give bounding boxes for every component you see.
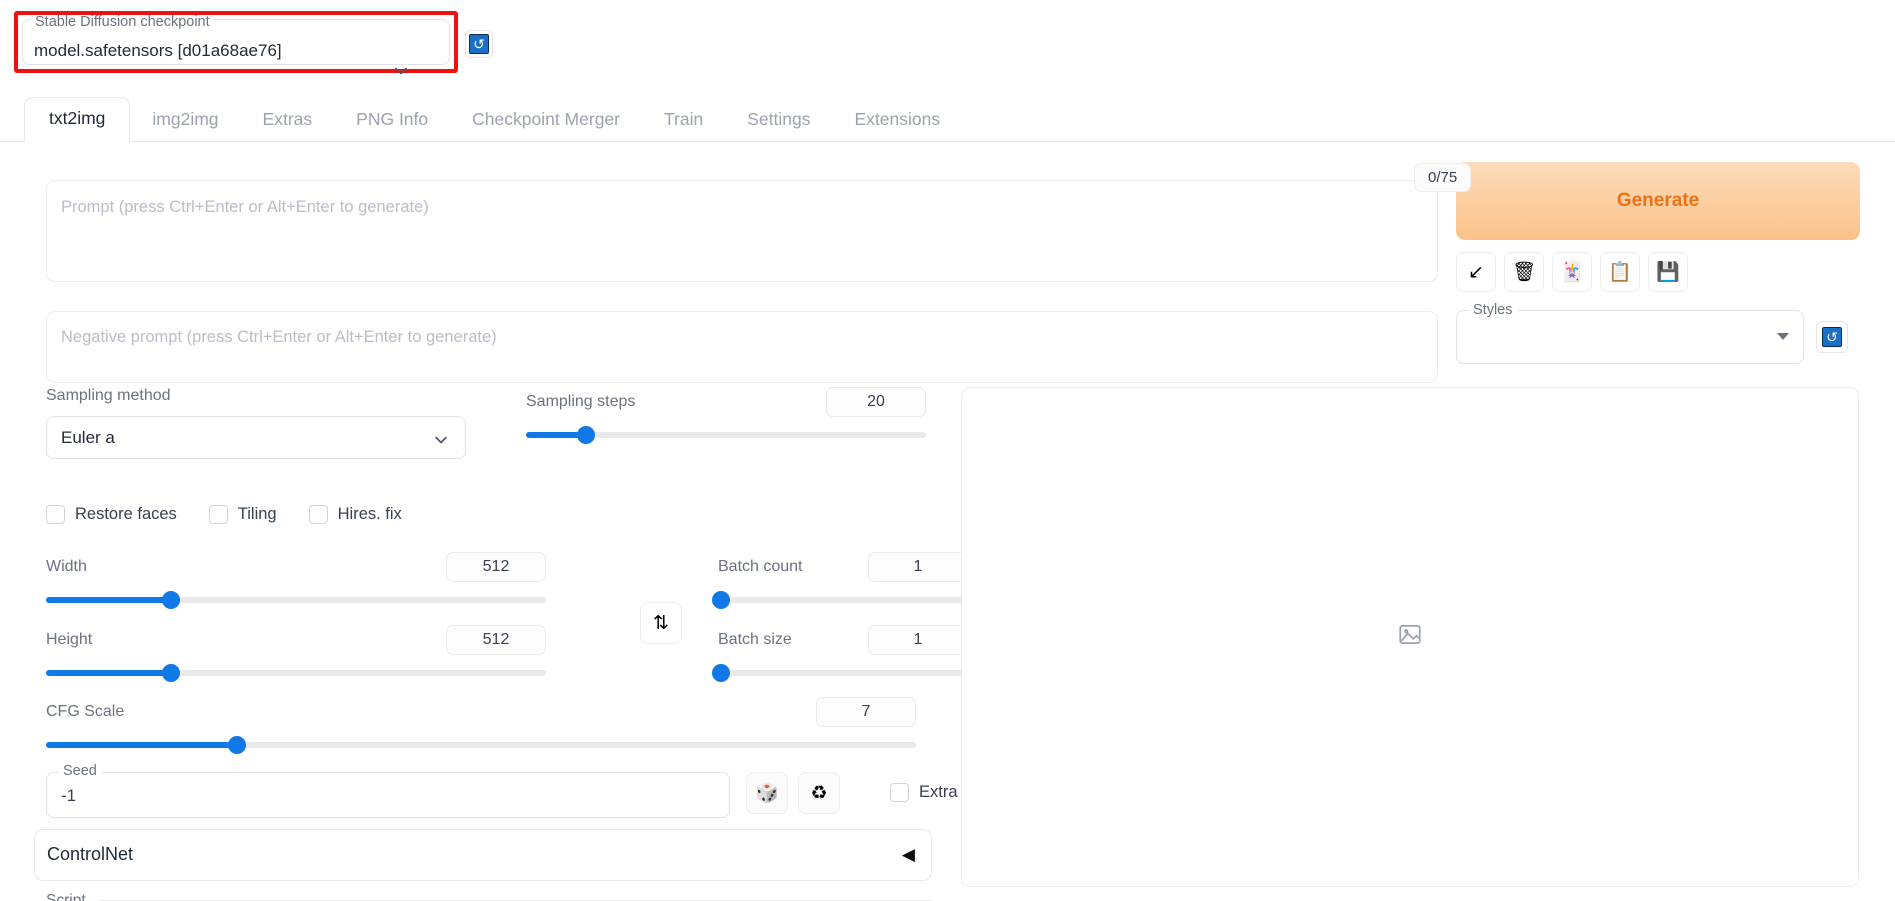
checkbox-label: Tiling [237, 505, 277, 523]
checkbox-box[interactable] [308, 505, 328, 524]
chevron-down-icon [433, 432, 449, 453]
arrow-down-left-icon[interactable]: ↙ [1456, 252, 1496, 292]
trash-icon[interactable]: 🗑 [1504, 252, 1544, 292]
sampling-steps-value[interactable]: 20 [826, 387, 926, 417]
sampling-steps-section: Sampling steps 20 [526, 387, 926, 444]
checkbox-tiling[interactable]: Tiling [208, 505, 277, 524]
random-seed-dice-icon[interactable]: 🎲 [746, 772, 788, 814]
image-placeholder-icon [1397, 622, 1423, 653]
prompt-tools-row: ↙ 🗑 🃏 📋 💾 [1456, 252, 1688, 292]
chevron-down-icon [393, 63, 409, 79]
seed-label: Seed [59, 763, 101, 779]
batch-count-value[interactable]: 1 [868, 552, 968, 582]
prompt-placeholder: Prompt (press Ctrl+Enter or Alt+Enter to… [61, 198, 429, 216]
slider-knob[interactable] [162, 664, 180, 682]
tab-checkpoint-merger[interactable]: Checkpoint Merger [450, 99, 642, 142]
checkpoint-bar: Stable Diffusion checkpoint model.safete… [0, 0, 1895, 84]
sampling-method-dropdown[interactable]: Euler a [46, 416, 466, 459]
slider-fill [46, 597, 171, 603]
checkpoint-value: model.safetensors [d01a68ae76] [34, 41, 282, 60]
styles-refresh-button[interactable]: ↺ [1816, 321, 1848, 353]
red-card-icon[interactable]: 🃏 [1552, 252, 1592, 292]
width-slider[interactable] [46, 591, 546, 609]
cfg-scale-value[interactable]: 7 [816, 697, 916, 727]
slider-knob[interactable] [228, 736, 247, 754]
checkpoint-label: Stable Diffusion checkpoint [32, 15, 213, 29]
txt2img-panel: 0/75 Prompt (press Ctrl+Enter or Alt+Ent… [0, 142, 1895, 901]
slider-knob[interactable] [711, 591, 730, 609]
seed-value: -1 [61, 786, 77, 805]
seed-section: Seed -1 [46, 763, 730, 818]
slider-fill [46, 742, 238, 748]
styles-label: Styles [1469, 302, 1517, 318]
width-value[interactable]: 512 [446, 552, 546, 582]
output-gallery[interactable] [961, 387, 1859, 887]
cfg-scale-section: CFG Scale 7 [46, 697, 916, 754]
sampling-method-section: Sampling method Euler a [46, 387, 466, 459]
batch-size-label: Batch size [718, 631, 792, 648]
checkbox-label: Hires. fix [337, 505, 402, 523]
batch-count-label: Batch count [718, 558, 803, 575]
slider-fill [46, 670, 171, 676]
cfg-scale-label: CFG Scale [46, 703, 125, 720]
height-label: Height [46, 631, 93, 648]
slider-knob[interactable] [711, 664, 730, 682]
controlnet-accordion[interactable]: ControlNet ◀ [34, 829, 932, 881]
tab-settings[interactable]: Settings [725, 99, 832, 142]
tab-img2img[interactable]: img2img [130, 99, 240, 142]
tab-png-info[interactable]: PNG Info [334, 99, 450, 142]
tab-txt2img[interactable]: txt2img [24, 97, 131, 143]
checkbox-hires-fix[interactable]: Hires. fix [308, 505, 402, 524]
floppy-save-icon[interactable]: 💾 [1648, 252, 1688, 292]
checkbox-label: Restore faces [75, 505, 177, 523]
batch-size-slider[interactable] [711, 664, 968, 682]
styles-section: Styles ↺ [1456, 302, 1848, 364]
checkbox-label: Extra [919, 783, 958, 801]
reuse-seed-recycle-icon[interactable]: ♻ [798, 772, 840, 814]
sampling-method-value: Euler a [61, 428, 115, 447]
cfg-scale-slider[interactable] [46, 736, 916, 754]
slider-knob[interactable] [162, 591, 180, 609]
collapse-arrow-icon[interactable]: ◀ [902, 845, 915, 865]
clipboard-icon[interactable]: 📋 [1600, 252, 1640, 292]
prompt-input[interactable]: Prompt (press Ctrl+Enter or Alt+Enter to… [46, 180, 1438, 282]
checkbox-extra-seed[interactable]: Extra [890, 783, 958, 802]
toggles-row: Restore faces Tiling Hires. fix [46, 505, 422, 524]
checkbox-box[interactable] [46, 505, 65, 524]
batch-section: Batch count 1 Batch size 1 [711, 552, 968, 682]
chevron-down-icon [1777, 333, 1789, 340]
generate-button[interactable]: Generate [1456, 162, 1860, 240]
sampling-method-label: Sampling method [46, 387, 171, 404]
refresh-icon: ↺ [469, 34, 489, 54]
checkbox-restore-faces[interactable]: Restore faces [46, 505, 177, 524]
batch-size-value[interactable]: 1 [868, 625, 968, 655]
checkpoint-refresh-button[interactable]: ↺ [465, 30, 493, 58]
styles-dropdown[interactable]: Styles [1456, 302, 1804, 364]
tab-extensions[interactable]: Extensions [832, 99, 962, 142]
height-slider[interactable] [46, 664, 546, 682]
checkbox-box[interactable] [890, 783, 909, 802]
tab-bar: txt2img img2img Extras PNG Info Checkpoi… [0, 84, 1895, 143]
slider-knob[interactable] [577, 426, 595, 444]
script-label: Script [46, 892, 86, 901]
sampling-steps-slider[interactable] [526, 426, 926, 444]
seed-input[interactable]: Seed -1 [46, 763, 730, 818]
sampling-steps-label: Sampling steps [526, 393, 636, 410]
height-value[interactable]: 512 [446, 625, 546, 655]
tab-train[interactable]: Train [642, 99, 725, 142]
swap-dimensions-button[interactable]: ⇅ [640, 602, 682, 644]
dimensions-section: Width 512 Height 512 [46, 552, 546, 682]
token-counter: 0/75 [1414, 163, 1472, 192]
batch-count-slider[interactable] [711, 591, 968, 609]
refresh-icon: ↺ [1822, 327, 1842, 347]
negative-prompt-placeholder: Negative prompt (press Ctrl+Enter or Alt… [61, 328, 497, 346]
checkbox-box[interactable] [208, 505, 228, 524]
width-label: Width [46, 558, 87, 575]
tab-extras[interactable]: Extras [241, 99, 335, 142]
negative-prompt-input[interactable]: Negative prompt (press Ctrl+Enter or Alt… [46, 311, 1438, 383]
controlnet-title: ControlNet [47, 844, 134, 864]
